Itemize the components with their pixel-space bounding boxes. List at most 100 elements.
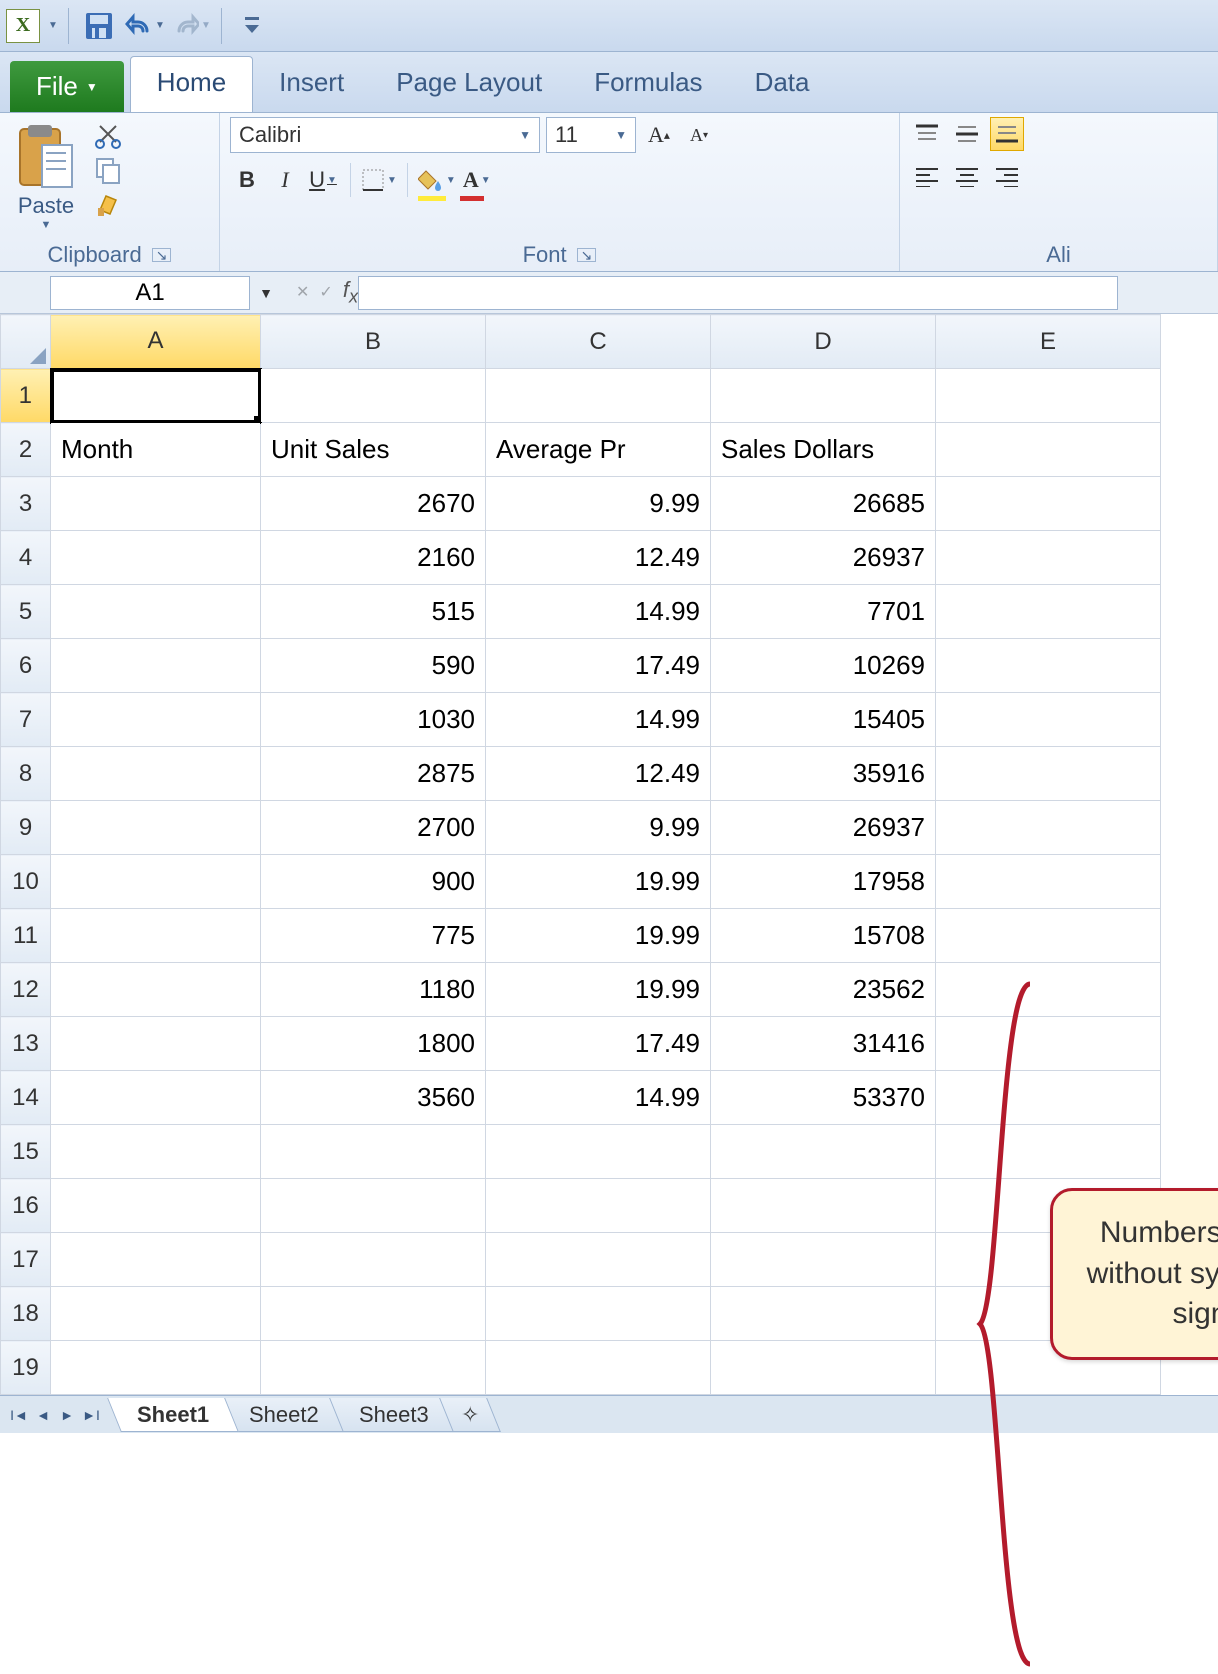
cell-B7[interactable]: 1030: [261, 693, 486, 747]
row-header[interactable]: 13: [1, 1017, 51, 1071]
col-header-B[interactable]: B: [261, 315, 486, 369]
borders-button[interactable]: ▼: [361, 163, 397, 197]
cell-E10[interactable]: [936, 855, 1161, 909]
cell-C19[interactable]: [486, 1341, 711, 1395]
save-button[interactable]: [79, 6, 119, 46]
cell-A5[interactable]: [51, 585, 261, 639]
formula-input[interactable]: [358, 276, 1118, 310]
name-box[interactable]: A1 ▼: [50, 276, 250, 310]
cell-D11[interactable]: 15708: [711, 909, 936, 963]
cell-A11[interactable]: [51, 909, 261, 963]
cell-B2[interactable]: Unit Sales: [261, 423, 486, 477]
bold-button[interactable]: B: [230, 163, 264, 197]
col-header-C[interactable]: C: [486, 315, 711, 369]
cell-B13[interactable]: 1800: [261, 1017, 486, 1071]
dropdown-icon[interactable]: ▼: [387, 175, 397, 186]
cell-B12[interactable]: 1180: [261, 963, 486, 1017]
cell-C1[interactable]: [486, 369, 711, 423]
cell-A1[interactable]: [51, 369, 261, 423]
cell-D18[interactable]: [711, 1287, 936, 1341]
cell-C18[interactable]: [486, 1287, 711, 1341]
tab-home[interactable]: Home: [130, 56, 253, 112]
cell-A3[interactable]: [51, 477, 261, 531]
undo-button[interactable]: ▼: [125, 6, 165, 46]
tab-formulas[interactable]: Formulas: [568, 57, 728, 112]
font-size-combo[interactable]: 11 ▼: [546, 117, 636, 153]
cell-D8[interactable]: 35916: [711, 747, 936, 801]
cell-E11[interactable]: [936, 909, 1161, 963]
dialog-launcher-icon[interactable]: ↘: [577, 248, 597, 262]
cell-A2[interactable]: Month: [51, 423, 261, 477]
customize-qat-button[interactable]: [232, 6, 272, 46]
cell-C11[interactable]: 19.99: [486, 909, 711, 963]
cell-D5[interactable]: 7701: [711, 585, 936, 639]
font-color-button[interactable]: A ▼: [460, 163, 494, 197]
sheet-tab-sheet1[interactable]: Sheet1: [107, 1398, 239, 1432]
row-header[interactable]: 3: [1, 477, 51, 531]
cell-A6[interactable]: [51, 639, 261, 693]
cell-E3[interactable]: [936, 477, 1161, 531]
cell-A4[interactable]: [51, 531, 261, 585]
dialog-launcher-icon[interactable]: ↘: [152, 248, 172, 262]
cell-A13[interactable]: [51, 1017, 261, 1071]
cell-C6[interactable]: 17.49: [486, 639, 711, 693]
cell-B19[interactable]: [261, 1341, 486, 1395]
cell-E9[interactable]: [936, 801, 1161, 855]
align-center-button[interactable]: [950, 159, 984, 193]
row-header[interactable]: 6: [1, 639, 51, 693]
cell-E1[interactable]: [936, 369, 1161, 423]
cell-C7[interactable]: 14.99: [486, 693, 711, 747]
cell-C16[interactable]: [486, 1179, 711, 1233]
increase-font-button[interactable]: A▴: [642, 118, 676, 152]
cell-D16[interactable]: [711, 1179, 936, 1233]
tab-insert[interactable]: Insert: [253, 57, 370, 112]
cell-C4[interactable]: 12.49: [486, 531, 711, 585]
dropdown-icon[interactable]: ▼: [446, 175, 456, 186]
fx-icon[interactable]: fx: [343, 277, 358, 307]
cell-C15[interactable]: [486, 1125, 711, 1179]
nav-first-icon[interactable]: I◄: [8, 1404, 30, 1426]
copy-button[interactable]: [90, 155, 126, 185]
cell-B1[interactable]: [261, 369, 486, 423]
cell-D9[interactable]: 26937: [711, 801, 936, 855]
tab-file[interactable]: File ▼: [10, 61, 124, 112]
sheet-tab-sheet2[interactable]: Sheet2: [219, 1398, 348, 1432]
cell-B17[interactable]: [261, 1233, 486, 1287]
cell-B3[interactable]: 2670: [261, 477, 486, 531]
row-header[interactable]: 10: [1, 855, 51, 909]
enter-icon[interactable]: ✓: [319, 282, 332, 302]
row-header[interactable]: 14: [1, 1071, 51, 1125]
align-left-button[interactable]: [910, 159, 944, 193]
cell-A8[interactable]: [51, 747, 261, 801]
cell-C10[interactable]: 19.99: [486, 855, 711, 909]
cell-B15[interactable]: [261, 1125, 486, 1179]
cell-A16[interactable]: [51, 1179, 261, 1233]
row-header[interactable]: 4: [1, 531, 51, 585]
format-painter-button[interactable]: [90, 189, 126, 219]
cell-D14[interactable]: 53370: [711, 1071, 936, 1125]
row-header[interactable]: 5: [1, 585, 51, 639]
font-name-combo[interactable]: Calibri ▼: [230, 117, 540, 153]
cell-A14[interactable]: [51, 1071, 261, 1125]
cell-C8[interactable]: 12.49: [486, 747, 711, 801]
select-all-corner[interactable]: [1, 315, 51, 369]
qat-app-dropdown-icon[interactable]: ▼: [48, 20, 58, 31]
cell-A19[interactable]: [51, 1341, 261, 1395]
cell-A10[interactable]: [51, 855, 261, 909]
nav-last-icon[interactable]: ►I: [80, 1404, 102, 1426]
cut-button[interactable]: [90, 121, 126, 151]
cell-B10[interactable]: 900: [261, 855, 486, 909]
cell-C5[interactable]: 14.99: [486, 585, 711, 639]
cell-E6[interactable]: [936, 639, 1161, 693]
cell-D10[interactable]: 17958: [711, 855, 936, 909]
cell-D3[interactable]: 26685: [711, 477, 936, 531]
cell-E4[interactable]: [936, 531, 1161, 585]
dropdown-icon[interactable]: ▼: [481, 175, 491, 186]
cell-D2[interactable]: Sales Dollars: [711, 423, 936, 477]
cell-D19[interactable]: [711, 1341, 936, 1395]
row-header[interactable]: 19: [1, 1341, 51, 1395]
cell-D15[interactable]: [711, 1125, 936, 1179]
cell-D1[interactable]: [711, 369, 936, 423]
row-header[interactable]: 11: [1, 909, 51, 963]
cell-C9[interactable]: 9.99: [486, 801, 711, 855]
